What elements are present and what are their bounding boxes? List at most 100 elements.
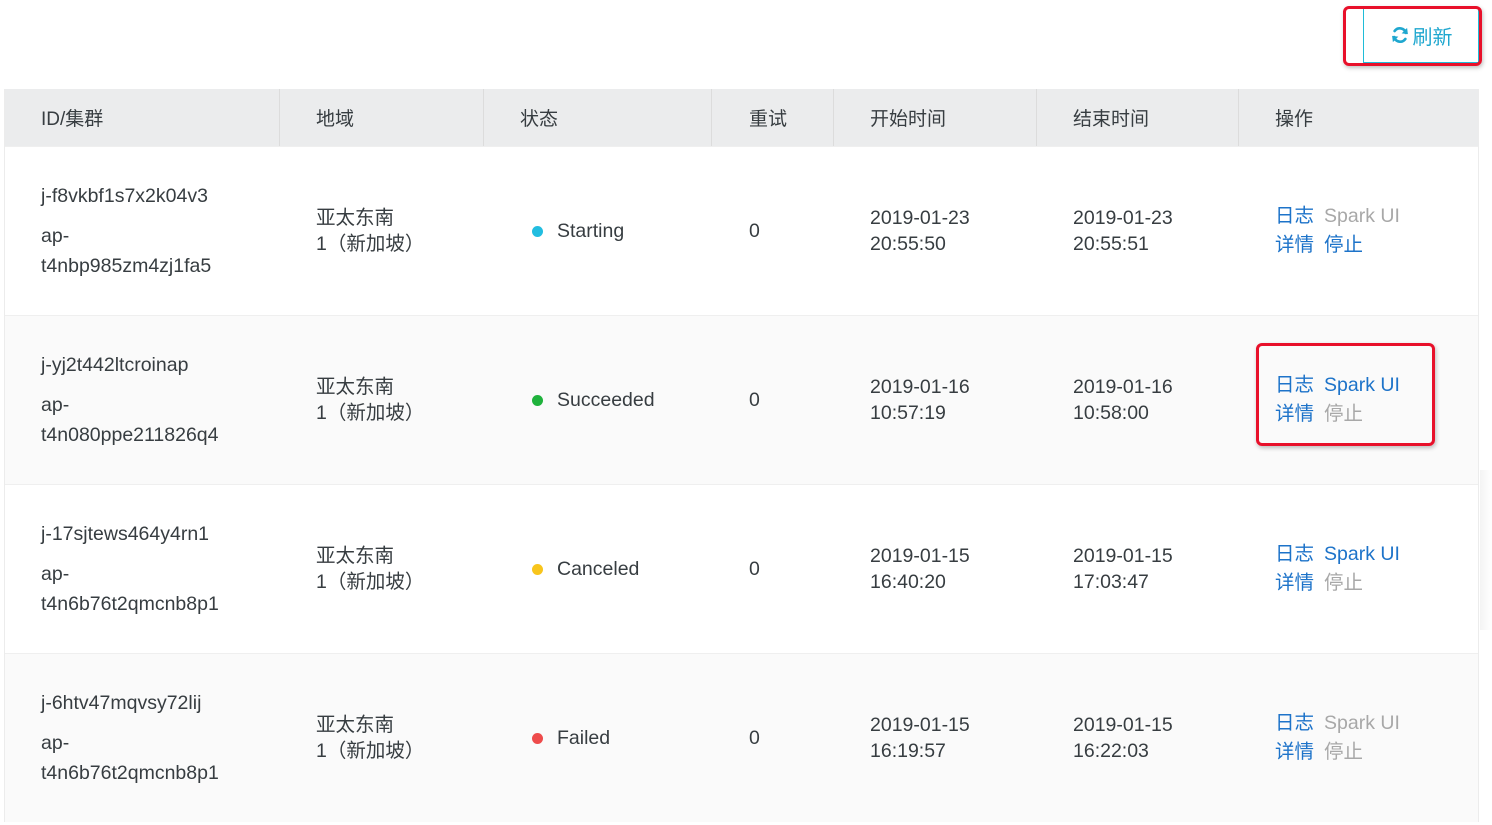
status-dot-icon [532, 394, 543, 406]
log-link[interactable]: 日志 [1275, 712, 1314, 734]
job-id: j-f8vkbf1s7x2k04v3 [41, 185, 208, 207]
start-time-cell: 2019-01-16 10:57:19 [870, 374, 970, 426]
start-clock: 10:57:19 [870, 402, 946, 424]
end-clock: 20:55:51 [1073, 233, 1149, 255]
stop-link[interactable]: 停止 [1324, 234, 1363, 256]
end-time-cell: 2019-01-23 20:55:51 [1073, 205, 1173, 257]
region-location: 1（新加坡） [316, 233, 425, 255]
spark-ui-link[interactable]: Spark UI [1324, 374, 1400, 396]
status-cell: Failed [484, 654, 712, 822]
end-date: 2019-01-23 [1073, 207, 1173, 229]
cluster-id-prefix: ap- [41, 394, 70, 416]
table-header: ID/集群 地域 状态 重试 开始时间 结束时间 操作 [5, 89, 1478, 146]
retries-count: 0 [749, 388, 760, 411]
start-date: 2019-01-16 [870, 376, 970, 398]
start-clock: 16:19:57 [870, 740, 946, 762]
status-cell: Starting [484, 147, 712, 315]
id-cluster-cell: j-f8vkbf1s7x2k04v3 ap- t4nbp985zm4zj1fa5 [41, 181, 211, 281]
table-row: j-f8vkbf1s7x2k04v3 ap- t4nbp985zm4zj1fa5… [5, 146, 1478, 315]
region-name: 亚太东南 [316, 207, 395, 229]
start-date: 2019-01-15 [870, 714, 970, 736]
refresh-highlight-annotation [1343, 6, 1482, 66]
retries-cell: 0 [712, 316, 834, 484]
status-cell: Canceled [484, 485, 712, 653]
table-row: j-17sjtews464y4rn1 ap- t4n6b76t2qmcnb8p1… [5, 484, 1478, 653]
cluster-id-prefix: ap- [41, 732, 70, 754]
end-clock: 16:22:03 [1073, 740, 1149, 762]
end-clock: 10:58:00 [1073, 402, 1149, 424]
scroll-shadow [1480, 470, 1492, 630]
spark-ui-link: Spark UI [1324, 205, 1400, 227]
detail-link[interactable]: 详情 [1275, 741, 1314, 763]
region-cell: 亚太东南 1（新加坡） [316, 374, 424, 426]
region-cell: 亚太东南 1（新加坡） [316, 543, 424, 595]
stop-link: 停止 [1324, 403, 1364, 425]
status-dot-icon [532, 732, 543, 744]
end-date: 2019-01-15 [1073, 545, 1173, 567]
start-time-cell: 2019-01-15 16:40:20 [870, 543, 970, 595]
end-time-cell: 2019-01-15 16:22:03 [1073, 712, 1173, 764]
log-link[interactable]: 日志 [1275, 205, 1314, 227]
start-time-cell: 2019-01-15 16:19:57 [870, 712, 970, 764]
start-time-cell: 2019-01-23 20:55:50 [870, 205, 970, 257]
retries-count: 0 [749, 557, 760, 580]
id-cluster-cell: j-17sjtews464y4rn1 ap- t4n6b76t2qmcnb8p1 [41, 519, 219, 619]
end-time-cell: 2019-01-16 10:58:00 [1073, 374, 1173, 426]
retries-count: 0 [749, 219, 760, 242]
header-id-cluster: ID/集群 [5, 89, 280, 146]
table-body: j-f8vkbf1s7x2k04v3 ap- t4nbp985zm4zj1fa5… [5, 146, 1478, 822]
start-date: 2019-01-23 [870, 207, 970, 229]
retries-cell: 0 [712, 485, 834, 653]
start-date: 2019-01-15 [870, 545, 970, 567]
status-cell: Succeeded [484, 316, 712, 484]
status-dot-icon [532, 225, 543, 237]
cluster-id-prefix: ap- [41, 563, 70, 585]
start-clock: 16:40:20 [870, 571, 946, 593]
header-start-time: 开始时间 [834, 89, 1037, 146]
cluster-id: t4nbp985zm4zj1fa5 [41, 255, 212, 277]
job-id: j-yj2t442ltcroinap [41, 354, 189, 376]
region-location: 1（新加坡） [316, 740, 425, 762]
actions-cell: 日志 Spark UI 详情 停止 [1275, 371, 1410, 429]
cluster-id: t4n080ppe211826q4 [41, 424, 219, 446]
header-end-time: 结束时间 [1037, 89, 1239, 146]
log-link[interactable]: 日志 [1275, 543, 1314, 565]
id-cluster-cell: j-yj2t442ltcroinap ap- t4n080ppe211826q4 [41, 350, 219, 450]
actions-cell: 日志 Spark UI 详情 停止 [1275, 709, 1410, 767]
job-id: j-6htv47mqvsy72lij [41, 692, 202, 714]
end-clock: 17:03:47 [1073, 571, 1149, 593]
table-row: j-yj2t442ltcroinap ap- t4n080ppe211826q4… [5, 315, 1478, 484]
header-actions: 操作 [1275, 109, 1314, 130]
spark-ui-link: Spark UI [1324, 712, 1400, 734]
log-link[interactable]: 日志 [1275, 374, 1314, 396]
jobs-table: ID/集群 地域 状态 重试 开始时间 结束时间 操作 j-f8vkbf1s7x… [4, 89, 1479, 822]
cluster-id: t4n6b76t2qmcnb8p1 [41, 762, 219, 784]
actions-cell: 日志 Spark UI 详情 停止 [1275, 202, 1410, 260]
region-cell: 亚太东南 1（新加坡） [316, 712, 424, 764]
job-id: j-17sjtews464y4rn1 [41, 523, 210, 545]
region-location: 1（新加坡） [316, 402, 425, 424]
detail-link[interactable]: 详情 [1275, 572, 1314, 594]
detail-link[interactable]: 详情 [1275, 234, 1314, 256]
header-retries: 重试 [712, 89, 834, 146]
region-name: 亚太东南 [316, 714, 395, 736]
stop-link: 停止 [1324, 741, 1364, 763]
id-cluster-cell: j-6htv47mqvsy72lij ap- t4n6b76t2qmcnb8p1 [41, 688, 219, 788]
retries-count: 0 [749, 726, 760, 749]
spark-ui-link[interactable]: Spark UI [1324, 543, 1400, 565]
end-time-cell: 2019-01-15 17:03:47 [1073, 543, 1173, 595]
stop-link: 停止 [1324, 572, 1364, 594]
retries-cell: 0 [712, 654, 834, 822]
table-row: j-6htv47mqvsy72lij ap- t4n6b76t2qmcnb8p1… [5, 653, 1478, 822]
detail-link[interactable]: 详情 [1275, 403, 1314, 425]
status-dot-icon [532, 563, 543, 575]
status-text: Starting [557, 219, 625, 242]
region-location: 1（新加坡） [316, 571, 425, 593]
header-status: 状态 [484, 89, 712, 146]
status-text: Failed [557, 726, 611, 749]
status-text: Canceled [557, 557, 640, 580]
region-name: 亚太东南 [316, 545, 395, 567]
start-clock: 20:55:50 [870, 233, 946, 255]
end-date: 2019-01-16 [1073, 376, 1173, 398]
cluster-id-prefix: ap- [41, 225, 70, 247]
